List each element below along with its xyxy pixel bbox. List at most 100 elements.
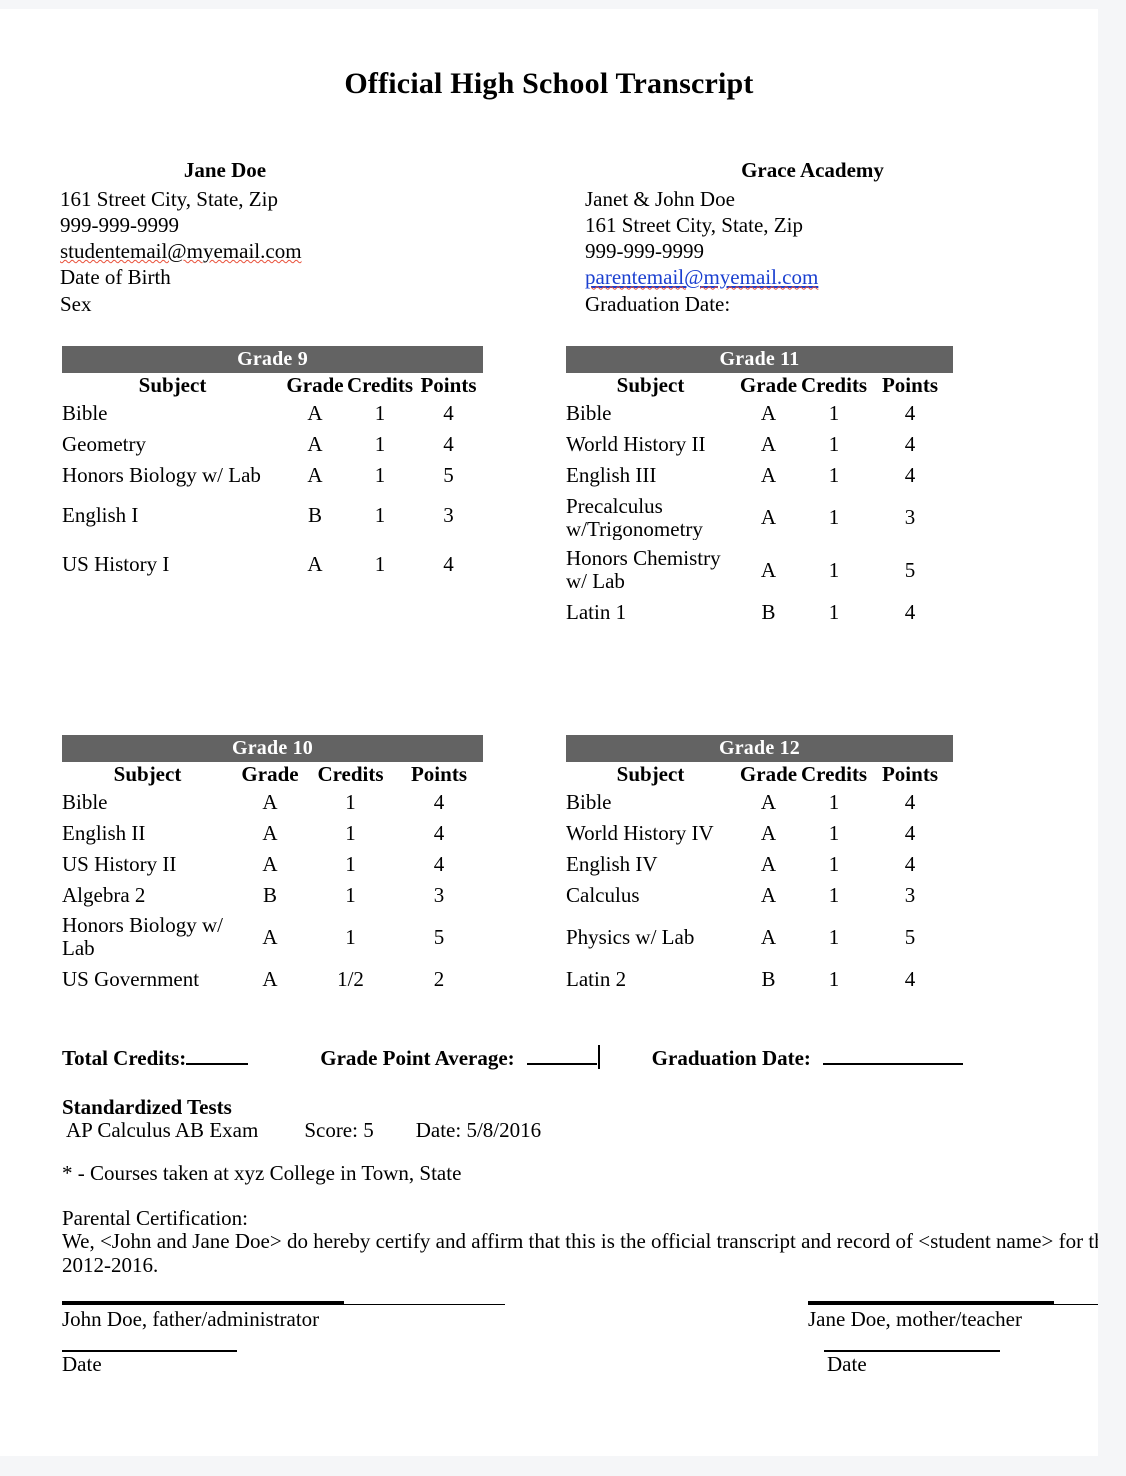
course-subject: US History II (62, 852, 177, 876)
table-row: Latin 2 B 1 4 (566, 963, 953, 996)
course-credits: 1 (828, 967, 840, 991)
student-address: 161 Street City, State, Zip (60, 186, 278, 211)
course-credits: 1 (828, 883, 840, 907)
column-header-points: Points (881, 762, 938, 786)
father-signature-label: John Doe, father/administrator (62, 1307, 320, 1331)
course-subject: Latin 1 (566, 600, 627, 624)
table-row: Calculus A 1 3 (566, 880, 953, 911)
course-points: 4 (443, 432, 454, 456)
course-credits: 1 (345, 883, 356, 907)
table-row: Physics w/ Lab A 1 5 (566, 911, 953, 963)
course-grade: A (760, 924, 777, 949)
school-name: Grace Academy (741, 158, 884, 182)
course-points: 4 (904, 790, 916, 814)
course-subject: Calculus (566, 883, 640, 907)
course-points: 4 (443, 401, 454, 425)
column-header-credits: Credits (801, 373, 867, 397)
total-credits-label: Total Credits: (62, 1046, 187, 1070)
course-points: 5 (904, 924, 916, 949)
course-points: 4 (904, 967, 916, 991)
grade-10-title: Grade 10 (62, 735, 483, 762)
father-date-block: Date (62, 1350, 237, 1376)
course-credits: 1 (374, 401, 386, 425)
course-grade: A (307, 432, 323, 456)
course-points: 4 (904, 432, 916, 456)
course-credits: 1 (828, 852, 840, 876)
grade-12-table: Grade 12 Subject Grade Credits Points Bi… (566, 735, 953, 996)
school-graduation-date-label: Graduation Date: (585, 291, 731, 316)
table-row: English III A 1 4 (566, 460, 953, 491)
course-grade: A (760, 557, 777, 582)
grade-11-header-row: Subject Grade Credits Points (566, 373, 953, 398)
table-row: Bible A 1 4 (566, 398, 953, 429)
course-points: 4 (904, 401, 916, 425)
column-header-credits: Credits (317, 762, 384, 786)
column-header-subject: Subject (113, 762, 182, 786)
parent-email-link[interactable]: parentemail@myemail.com (585, 265, 818, 289)
text-cursor (597, 1045, 600, 1069)
course-subject: Latin 2 (566, 967, 627, 991)
course-points: 2 (433, 967, 445, 991)
school-address: 161 Street City, State, Zip (585, 212, 803, 237)
total-credits-field[interactable] (186, 1063, 249, 1065)
course-grade: A (760, 852, 777, 876)
course-subject: Bible (566, 401, 612, 425)
course-subject: Bible (566, 790, 612, 814)
mother-signature-line (808, 1301, 1098, 1307)
course-grade: A (760, 432, 777, 456)
course-subject: Honors Biology w/ Lab (62, 914, 224, 960)
school-info-block: Grace Academy Janet & John Doe 161 Stree… (585, 158, 1055, 317)
grade-9-title: Grade 9 (62, 346, 483, 373)
course-grade: A (307, 551, 323, 576)
student-email: studentemail@myemail.com (60, 238, 530, 264)
course-grade: B (761, 600, 776, 624)
course-credits: 1 (828, 924, 840, 949)
table-row: Bible A 1 4 (62, 398, 483, 429)
column-header-grade: Grade (286, 373, 344, 397)
table-row: Precalculus w/Trigonometry A 1 3 (566, 491, 953, 544)
gpa-field[interactable] (526, 1063, 597, 1065)
totals-row: Total Credits: Grade Point Average: Gradua… (62, 1045, 1092, 1071)
column-header-subject: Subject (616, 373, 685, 397)
table-row: Honors Biology w/ Lab A 1 5 (62, 911, 483, 963)
course-points: 4 (904, 463, 916, 487)
grade-10-table: Grade 10 Subject Grade Credits Points Bi… (62, 735, 483, 996)
page-root: Official High School Transcript Jane Doe… (0, 0, 1126, 1476)
course-subject: Geometry (62, 432, 146, 456)
table-row: Algebra 2 B 1 3 (62, 880, 483, 911)
graduation-date-field[interactable] (822, 1063, 963, 1065)
course-credits: 1 (374, 463, 386, 487)
grade-10-header-row: Subject Grade Credits Points (62, 762, 483, 787)
test-name: AP Calculus AB Exam (66, 1118, 259, 1142)
table-row: Honors Biology w/ Lab A 1 5 (62, 460, 483, 491)
student-email-text: studentemail@myemail.com (60, 239, 302, 264)
student-name: Jane Doe (183, 158, 267, 182)
column-header-credits: Credits (346, 373, 414, 397)
course-grade: B (307, 502, 322, 527)
course-subject: Algebra 2 (62, 883, 146, 907)
table-row: English II A 1 4 (62, 818, 483, 849)
certification-body: We, <John and Jane Doe> do hereby certif… (62, 1229, 1098, 1277)
table-row: English I B 1 3 (62, 491, 483, 539)
table-row: World History II A 1 4 (566, 429, 953, 460)
document-sheet: Official High School Transcript Jane Doe… (0, 9, 1098, 1456)
test-score: Score: 5 (304, 1118, 374, 1142)
course-grade: B (262, 883, 277, 907)
table-row: English IV A 1 4 (566, 849, 953, 880)
column-header-points: Points (420, 373, 477, 397)
certification-heading: Parental Certification: (62, 1206, 249, 1230)
course-points: 4 (904, 821, 916, 845)
standardized-test-row: AP Calculus AB Exam Score: 5 Date: 5/8/201… (66, 1118, 541, 1143)
course-subject: World History II (566, 432, 706, 456)
mother-date-label: Date (827, 1352, 867, 1376)
graduation-date-label: Graduation Date: (651, 1046, 811, 1070)
table-row: Geometry A 1 4 (62, 429, 483, 460)
course-credits: 1 (374, 502, 386, 527)
course-subject: English II (62, 821, 146, 845)
course-grade: A (262, 852, 278, 876)
column-header-subject: Subject (138, 373, 207, 397)
page-title: Official High School Transcript (344, 67, 754, 100)
student-dob-label: Date of Birth (60, 265, 171, 290)
table-row: US History I A 1 4 (62, 539, 483, 589)
father-signature-line (62, 1301, 505, 1307)
